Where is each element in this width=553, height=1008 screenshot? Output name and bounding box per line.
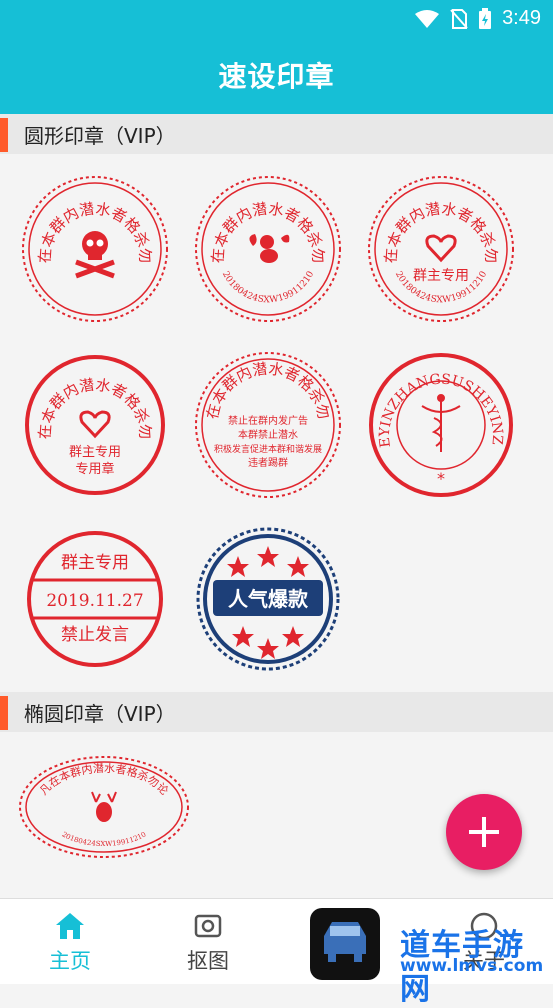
stamp-arc-text: 凡在本群内潜水者格杀勿论 xyxy=(10,340,154,440)
section-accent-bar xyxy=(0,696,8,730)
no-sim-icon xyxy=(450,8,468,29)
notice-line: 禁止在群内发广告 xyxy=(228,414,308,427)
nav-home-label: 主页 xyxy=(49,949,91,973)
cutout-icon xyxy=(194,914,222,938)
status-bar: 3:49 xyxy=(0,0,553,36)
app-bar: 速设印章 xyxy=(0,36,553,114)
stamp-arc-text: 凡在本群内潜水者格杀勿论 xyxy=(183,340,333,421)
deer-icon xyxy=(91,791,117,822)
stamp-popular[interactable]: 人气爆款 xyxy=(183,514,353,684)
heart-icon xyxy=(79,410,111,439)
heart-icon xyxy=(425,234,457,263)
star-icon: * xyxy=(437,469,445,488)
watermark-logo xyxy=(310,908,380,980)
stamp-cupid[interactable]: 凡在本群内潜水者格杀勿论 20180424SXW19911210 xyxy=(175,150,353,334)
watermark: 道车手游网 www.lmvs.com xyxy=(308,904,553,1007)
skull-icon xyxy=(75,231,115,279)
section-title: 椭圆印章（VIP） xyxy=(24,702,176,726)
section-header-oval: 椭圆印章（VIP） xyxy=(0,692,553,732)
notice-line: 积极发言促进本群和谐发展 xyxy=(214,443,322,455)
stamp-medical[interactable]: SUSHEYINZHANGSUSHEYINZHANG * xyxy=(350,328,526,510)
stamp-owner-text: 群主专用 xyxy=(69,445,121,460)
stamp-owner-text: 群主专用 xyxy=(61,553,129,573)
battery-charging-icon xyxy=(479,7,492,29)
section-header-round: 圆形印章（VIP） xyxy=(0,114,553,154)
plus-icon xyxy=(469,817,499,847)
notice-line: 本群禁止潜水 xyxy=(238,428,298,441)
stamp-code: 20180424SXW19911210 xyxy=(60,830,147,848)
add-stamp-button[interactable] xyxy=(446,794,522,870)
status-time: 3:49 xyxy=(502,7,541,29)
cupid-icon xyxy=(249,234,290,263)
caduceus-icon xyxy=(421,394,461,452)
nav-cutout[interactable]: 抠图 xyxy=(168,909,248,975)
section-accent-bar xyxy=(0,118,8,152)
section-title: 圆形印章（VIP） xyxy=(24,124,176,148)
notice-line: 违者踢群 xyxy=(248,456,288,469)
wifi-icon xyxy=(415,9,440,28)
stamp-oval-deer[interactable]: 凡在本群内潜水者格杀勿论 20180424SXW19911210 xyxy=(16,752,192,862)
watermark-url: www.lmvs.com xyxy=(400,956,544,976)
stamp-owner-text: 群主专用 xyxy=(413,268,469,284)
stamp-owner-seal[interactable]: 凡在本群内潜水者格杀勿论 群主专用 专用章 xyxy=(2,326,180,510)
stamp-date[interactable]: 群主专用 2019.11.27 禁止发言 xyxy=(10,514,180,684)
stamp-code: 20180424SXW19911210 xyxy=(220,270,316,306)
page-title: 速设印章 xyxy=(218,60,335,93)
stamp-popular-text: 人气爆款 xyxy=(228,587,309,611)
nav-home[interactable]: 主页 xyxy=(30,909,110,975)
stamp-skull[interactable]: 凡在本群内潜水者格杀勿论 xyxy=(2,150,180,334)
car-icon xyxy=(324,922,366,962)
stamp-seal-text: 专用章 xyxy=(75,461,114,477)
stamp-notice[interactable]: 凡在本群内潜水者格杀勿论 禁止在群内发广告 本群禁止潜水 积极发言促进本群和谐发… xyxy=(175,326,353,510)
stamp-no-speech-text: 禁止发言 xyxy=(61,625,129,645)
stamp-date-text: 2019.11.27 xyxy=(46,591,143,611)
nav-cutout-label: 抠图 xyxy=(187,949,229,973)
stamp-heart-owner[interactable]: 凡在本群内潜水者格杀勿论 群主专用 20180424SXW19911210 xyxy=(348,150,526,334)
home-icon xyxy=(56,913,84,939)
status-icons: 3:49 xyxy=(414,7,541,30)
